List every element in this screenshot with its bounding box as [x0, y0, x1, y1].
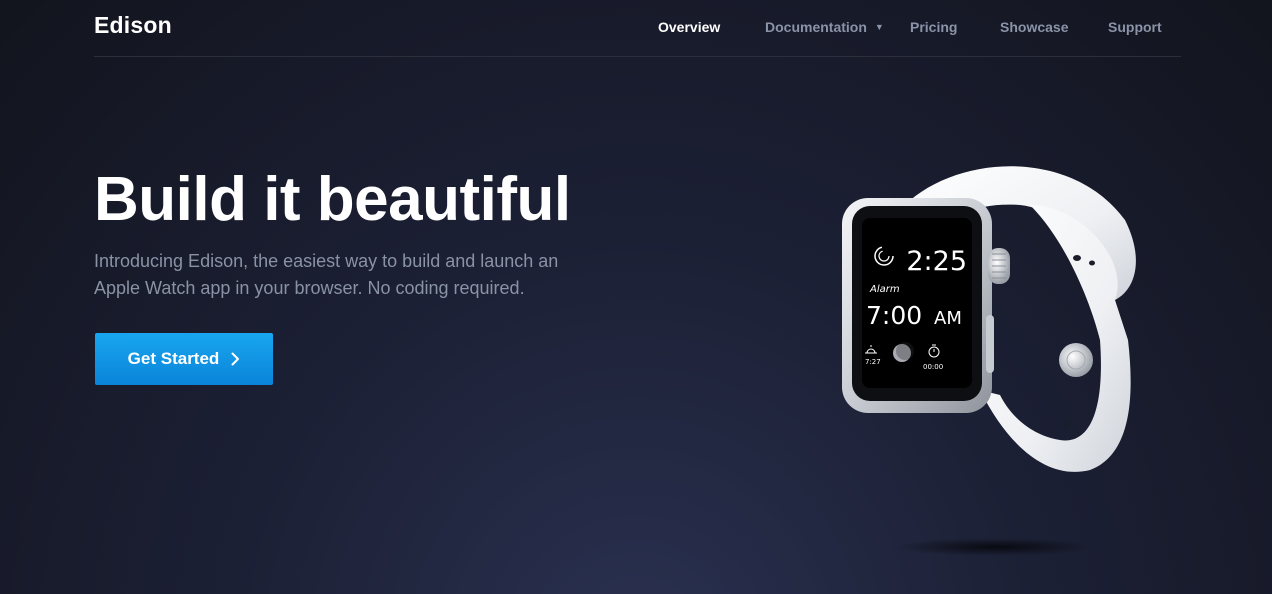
- nav-documentation-label: Documentation: [765, 19, 867, 35]
- watch-alarm-ampm: AM: [934, 308, 962, 329]
- nav-support[interactable]: Support: [1108, 19, 1162, 35]
- watch-alarm-time: 7:00: [866, 301, 922, 330]
- brand-logo[interactable]: Edison: [94, 12, 172, 39]
- top-navigation: Edison Overview Documentation ▼ Pricing S…: [94, 0, 1181, 57]
- chevron-right-icon: [231, 352, 240, 366]
- nav-overview[interactable]: Overview: [658, 19, 720, 35]
- watch-alarm-label: Alarm: [869, 284, 900, 295]
- nav-documentation[interactable]: Documentation ▼: [765, 19, 884, 35]
- apple-watch-image: 2:25 Alarm 7:00 AM 7:27 00:00: [842, 166, 1136, 556]
- get-started-button[interactable]: Get Started: [95, 333, 273, 385]
- watch-time: 2:25: [906, 246, 967, 277]
- watch-sunrise-time: 7:27: [865, 358, 881, 366]
- nav-showcase[interactable]: Showcase: [1000, 19, 1068, 35]
- get-started-label: Get Started: [127, 349, 220, 368]
- hero-title: Build it beautiful: [94, 165, 571, 234]
- nav-pricing[interactable]: Pricing: [910, 19, 957, 35]
- watch-stopwatch-time: 00:00: [923, 363, 943, 371]
- caret-down-icon: ▼: [874, 22, 884, 32]
- hero-subtitle: Introducing Edison, the easiest way to b…: [94, 251, 559, 298]
